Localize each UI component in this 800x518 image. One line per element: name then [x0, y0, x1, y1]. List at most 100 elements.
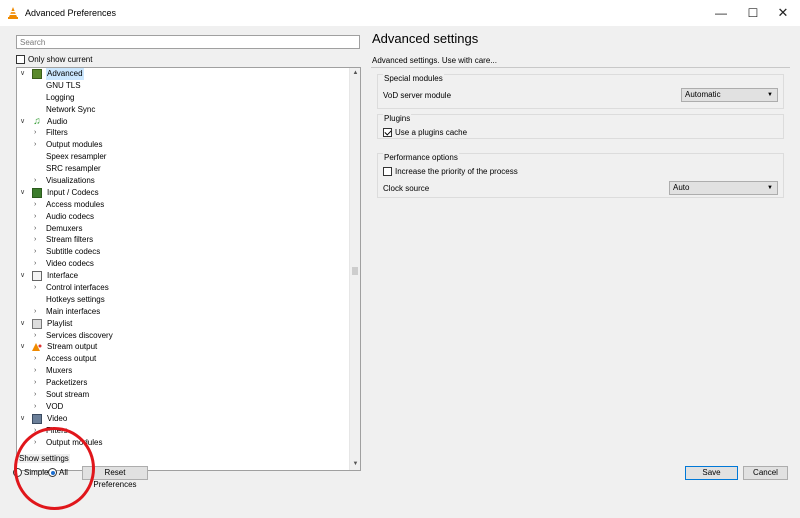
tree-item[interactable]: › Audio codecs [17, 211, 350, 223]
tree-item-label: Hotkeys settings [46, 294, 105, 304]
tree-item-label: Input / Codecs [47, 187, 99, 197]
tree-item-label: Stream filters [46, 235, 94, 245]
tree-item[interactable]: › Sout stream [17, 389, 350, 401]
chevron-right-icon[interactable]: › [34, 246, 36, 258]
vod-server-select[interactable]: Automatic ▼ [681, 88, 778, 102]
chevron-down-icon[interactable]: ∨ [20, 270, 25, 282]
chevron-right-icon[interactable]: › [34, 199, 36, 211]
tree-category[interactable]: ∨ Video [17, 413, 350, 425]
tree-item-label: Advanced [46, 68, 84, 80]
chevron-right-icon[interactable]: › [34, 306, 36, 318]
tree-item[interactable]: › Video codecs [17, 258, 350, 270]
tree-scrollbar[interactable]: ▲ ▼ [349, 68, 360, 470]
radio-all[interactable]: All [48, 468, 68, 477]
audio-icon: ♫ [33, 115, 41, 127]
chevron-right-icon[interactable]: › [34, 437, 36, 449]
increase-priority-checkbox[interactable] [383, 167, 392, 176]
chevron-right-icon[interactable]: › [34, 211, 36, 223]
tree-category[interactable]: ∨ Input / Codecs [17, 187, 350, 199]
performance-options-legend: Performance options [383, 153, 459, 162]
chevron-down-icon[interactable]: ∨ [20, 116, 25, 128]
close-button[interactable]: ✕ [768, 3, 798, 23]
chevron-down-icon[interactable]: ∨ [20, 68, 25, 80]
tree-item-label: Control interfaces [46, 283, 109, 293]
tree-item-label: Demuxers [46, 223, 83, 233]
tree-item[interactable]: GNU TLS [17, 80, 350, 92]
use-plugins-cache-option[interactable]: Use a plugins cache [383, 128, 467, 137]
chevron-right-icon[interactable]: › [34, 282, 36, 294]
tree-item-label: Logging [46, 92, 75, 102]
tree-item[interactable]: › Packetizers [17, 377, 350, 389]
scroll-up-arrow-icon[interactable]: ▲ [350, 68, 360, 79]
tree-item[interactable]: › Visualizations [17, 175, 350, 187]
clock-source-select[interactable]: Auto ▼ [669, 181, 778, 195]
chevron-right-icon[interactable]: › [34, 389, 36, 401]
tree-item[interactable]: Hotkeys settings [17, 294, 350, 306]
save-button[interactable]: Save [685, 466, 738, 480]
chevron-right-icon[interactable]: › [34, 377, 36, 389]
tree-item[interactable]: › Muxers [17, 365, 350, 377]
maximize-button[interactable]: ☐ [738, 3, 768, 23]
window-title: Advanced Preferences [25, 8, 117, 18]
tree-category[interactable]: ∨ Advanced [17, 68, 350, 80]
chevron-down-icon[interactable]: ∨ [20, 318, 25, 330]
chevron-right-icon[interactable]: › [34, 401, 36, 413]
chevron-right-icon[interactable]: › [34, 127, 36, 139]
tree-item[interactable]: › Services discovery [17, 330, 350, 342]
tree-item[interactable]: Network Sync [17, 104, 350, 116]
tree-category[interactable]: ∨ Playlist [17, 318, 350, 330]
chevron-right-icon[interactable]: › [34, 139, 36, 151]
tree-item[interactable]: › Control interfaces [17, 282, 350, 294]
vod-server-value: Automatic [685, 90, 721, 99]
tree-item[interactable]: › Subtitle codecs [17, 246, 350, 258]
tree-item[interactable]: › Demuxers [17, 223, 350, 235]
tree-item-label: Muxers [46, 366, 73, 376]
tree-item-label: Main interfaces [46, 306, 101, 316]
chevron-right-icon[interactable]: › [34, 234, 36, 246]
radio-simple-dot[interactable] [13, 468, 22, 477]
scroll-down-arrow-icon[interactable]: ▼ [350, 459, 360, 470]
tree-item[interactable]: › Main interfaces [17, 306, 350, 318]
chevron-right-icon[interactable]: › [34, 330, 36, 342]
chevron-right-icon[interactable]: › [34, 223, 36, 235]
radio-all-dot[interactable] [48, 468, 57, 477]
tree-item[interactable]: › Access output [17, 353, 350, 365]
input-codecs-icon [32, 187, 42, 198]
tree-item[interactable]: SRC resampler [17, 163, 350, 175]
chevron-down-icon[interactable]: ∨ [20, 413, 25, 425]
radio-simple[interactable]: Simple [13, 468, 48, 477]
tree-category[interactable]: ∨ ♫ Audio [17, 116, 350, 128]
chevron-down-icon[interactable]: ∨ [20, 187, 25, 199]
tree-item[interactable]: Speex resampler [17, 151, 350, 163]
tree-item[interactable]: › Filters [17, 425, 350, 437]
tree-item[interactable]: › Output modules [17, 139, 350, 151]
search-input[interactable] [17, 36, 359, 48]
minimize-button[interactable]: — [706, 3, 736, 23]
chevron-right-icon[interactable]: › [34, 353, 36, 365]
only-show-current-option[interactable]: Only show current [16, 54, 92, 65]
tree-category[interactable]: ∨ Interface [17, 270, 350, 282]
panel-subtitle: Advanced settings. Use with care... [372, 56, 497, 65]
chevron-right-icon[interactable]: › [34, 258, 36, 270]
only-show-current-checkbox[interactable] [16, 55, 25, 64]
increase-priority-option[interactable]: Increase the priority of the process [383, 167, 518, 176]
scroll-thumb[interactable] [352, 267, 358, 275]
preferences-tree[interactable]: ∨ Advanced GNU TLS Logging Network Sync ∨ ♫ Aud… [16, 67, 361, 471]
tree-item[interactable]: › Output modules [17, 437, 350, 449]
chevron-right-icon[interactable]: › [34, 425, 36, 437]
tree-item[interactable]: › Access modules [17, 199, 350, 211]
tree-item[interactable]: › Filters [17, 127, 350, 139]
tree-item[interactable]: › Stream filters [17, 234, 350, 246]
tree-item[interactable]: › VOD [17, 401, 350, 413]
chevron-right-icon[interactable]: › [34, 175, 36, 187]
cancel-button[interactable]: Cancel [743, 466, 788, 480]
tree-item-label: VOD [46, 401, 64, 411]
tree-item[interactable]: Logging [17, 92, 350, 104]
tree-category[interactable]: ∨ Stream output [17, 341, 350, 353]
chevron-right-icon[interactable]: › [34, 365, 36, 377]
chevron-down-icon[interactable]: ∨ [20, 341, 25, 353]
plugins-group: Plugins Use a plugins cache [377, 114, 784, 139]
performance-options-group: Performance options Increase the priorit… [377, 153, 784, 198]
reset-preferences-button[interactable]: Reset Preferences [82, 466, 148, 489]
use-plugins-cache-checkbox[interactable] [383, 128, 392, 137]
